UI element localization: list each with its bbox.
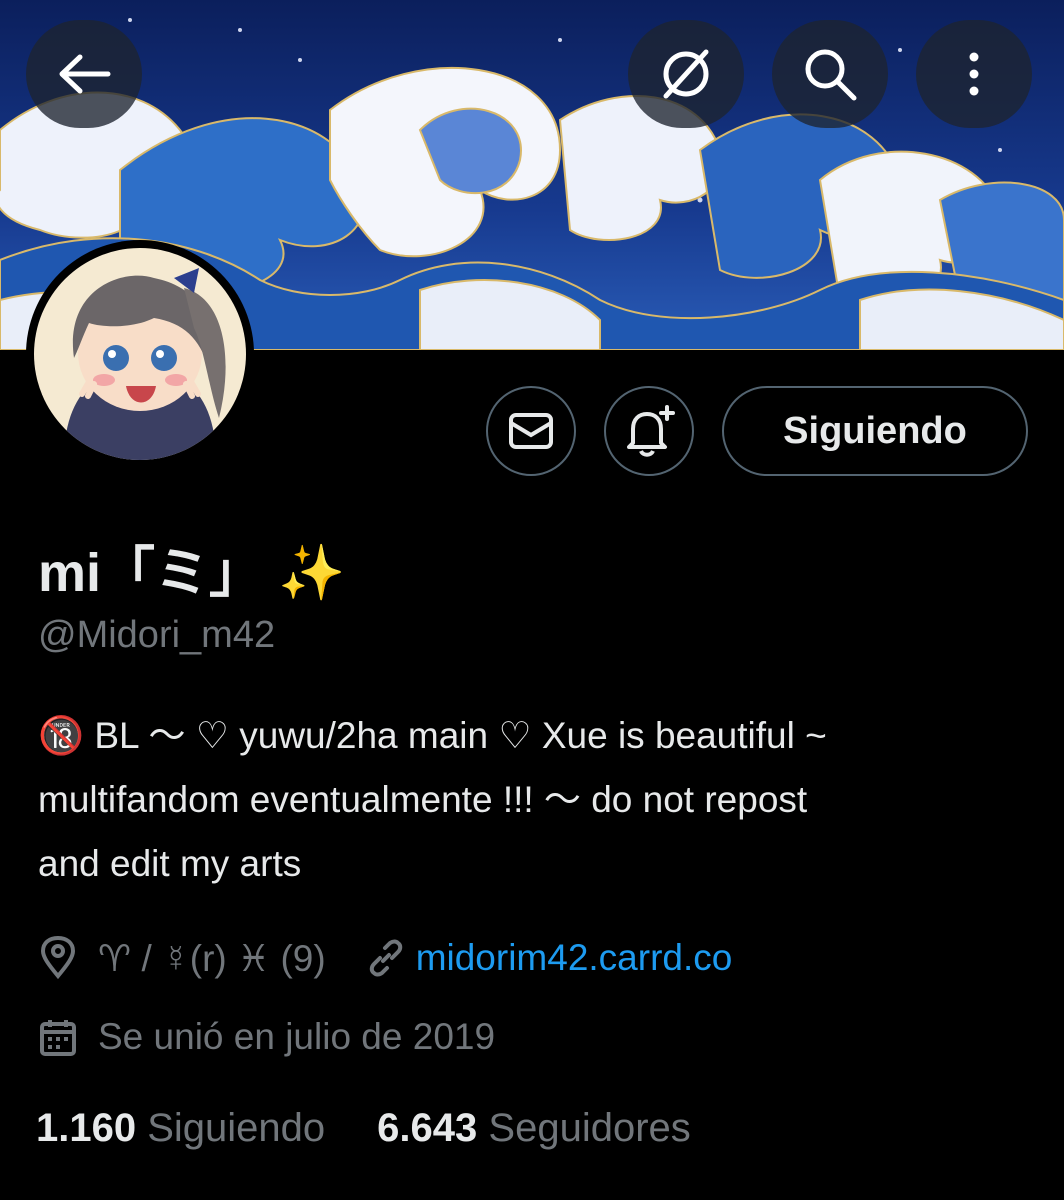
website-link[interactable]: midorim42.carrd.co: [416, 937, 733, 979]
grok-button[interactable]: [628, 20, 744, 128]
followers-count: 6.643: [377, 1106, 478, 1150]
more-vertical-icon: [969, 52, 979, 96]
more-button[interactable]: [916, 20, 1032, 128]
notifications-button[interactable]: [604, 386, 694, 476]
display-name: mi「ミ」 ✨: [38, 543, 346, 603]
followers-label: Seguidores: [488, 1106, 691, 1150]
envelope-icon: [509, 413, 553, 449]
calendar-icon: [40, 1020, 76, 1056]
bell-plus-icon: [627, 405, 675, 457]
following-count: 1.160: [36, 1106, 137, 1150]
bio-line: and edit my arts: [38, 843, 302, 884]
following-button[interactable]: Siguiendo: [722, 386, 1028, 476]
following-label: Siguiendo: [147, 1106, 326, 1150]
back-button[interactable]: [26, 20, 142, 128]
avatar[interactable]: [26, 240, 254, 468]
search-icon: [805, 49, 857, 101]
avatar-image: [34, 248, 246, 460]
profile-meta-row: ♈ / ☿(r) ♓ (9) midorim42.carrd.co: [38, 936, 732, 980]
location-text: ♈ / ☿(r) ♓ (9): [98, 937, 326, 979]
following-button-label: Siguiendo: [783, 409, 967, 452]
join-date: Se unió en julio de 2019: [98, 1016, 496, 1057]
followers-stat[interactable]: 6.643 Seguidores: [377, 1106, 691, 1151]
link-icon: [369, 939, 402, 977]
join-date-row: Se unió en julio de 2019: [38, 1016, 495, 1058]
bio-line: multifandom eventualmente !!! 〜 do not r…: [38, 779, 808, 820]
message-button[interactable]: [486, 386, 576, 476]
following-stat[interactable]: 1.160 Siguiendo: [36, 1106, 325, 1151]
username-handle: @Midori_m42: [38, 614, 276, 656]
location-pin-icon: [40, 936, 76, 980]
grok-icon: [663, 49, 709, 99]
profile-bio: 🔞 BL 〜 ♡ yuwu/2ha main ♡ Xue is beautifu…: [38, 704, 1038, 896]
search-button[interactable]: [772, 20, 888, 128]
bio-line: 🔞 BL 〜 ♡ yuwu/2ha main ♡ Xue is beautifu…: [38, 715, 827, 756]
arrow-left-icon: [59, 54, 111, 94]
follow-stats: 1.160 Siguiendo 6.643 Seguidores: [36, 1106, 691, 1151]
